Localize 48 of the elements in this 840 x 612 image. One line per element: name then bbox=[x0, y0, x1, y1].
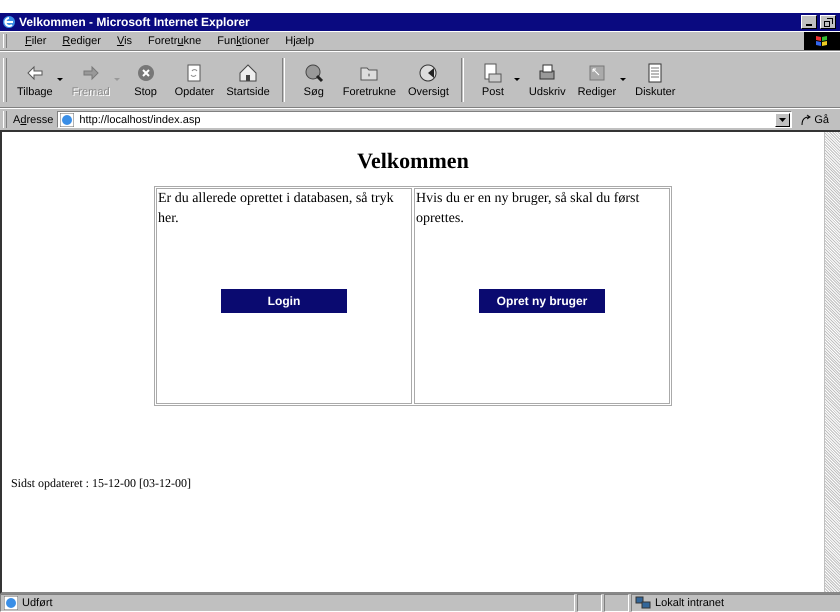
toolbar-button[interactable]: Tilbage bbox=[11, 62, 59, 98]
menu-item[interactable]: Filer bbox=[23, 35, 48, 47]
dropdown-arrow-icon[interactable] bbox=[620, 78, 626, 82]
windows-logo bbox=[804, 32, 840, 50]
zone-panel: Lokalt intranet bbox=[631, 594, 840, 612]
go-button[interactable]: Gå bbox=[798, 114, 832, 126]
toolbar-button[interactable]: Udskriv bbox=[522, 62, 572, 98]
toolbar-button[interactable]: Opdater bbox=[168, 62, 220, 98]
house-icon bbox=[237, 62, 260, 84]
page-icon bbox=[4, 596, 18, 610]
window-title: Velkommen - Microsoft Internet Explorer bbox=[19, 15, 250, 29]
menu-item[interactable]: Hjælp bbox=[283, 35, 316, 47]
action-button[interactable]: Opret ny bruger bbox=[479, 289, 605, 313]
menu-item[interactable]: Foretrukne bbox=[146, 35, 204, 47]
toolbar-button[interactable]: Diskuter bbox=[629, 62, 682, 98]
toolbar-button[interactable]: Stop bbox=[122, 62, 169, 98]
toolbar-button[interactable]: Startside bbox=[220, 62, 276, 98]
restore-icon bbox=[824, 18, 832, 26]
dropdown-arrow-icon[interactable] bbox=[514, 78, 520, 82]
action-button[interactable]: Login bbox=[221, 289, 347, 313]
dropdown-arrow-icon bbox=[779, 118, 786, 122]
address-field[interactable]: http://localhost/index.asp bbox=[57, 111, 792, 128]
address-label: Adresse bbox=[13, 114, 54, 126]
clock-icon bbox=[417, 62, 440, 84]
search-icon bbox=[302, 62, 325, 84]
menu-item[interactable]: Funktioner bbox=[215, 35, 272, 47]
dropdown-button[interactable] bbox=[775, 112, 790, 126]
toolbar-button[interactable]: Post bbox=[470, 62, 516, 98]
dropdown-arrow-icon[interactable] bbox=[56, 78, 63, 82]
restore-button[interactable] bbox=[820, 15, 836, 29]
cell-text: Hvis du er en ny bruger, så skal du først oprettes. bbox=[415, 190, 640, 228]
scrollbar[interactable] bbox=[824, 132, 840, 592]
toolbar-button[interactable]: Søg bbox=[290, 62, 337, 98]
menu-item[interactable]: Vis bbox=[114, 35, 134, 47]
page-heading: Velkommen bbox=[357, 148, 469, 174]
toolbar-button[interactable]: Oversigt bbox=[402, 62, 455, 98]
cell-text: Er du allerede oprettet i databasen, så tryk her. bbox=[157, 190, 395, 228]
toolbar-button[interactable]: Rediger bbox=[572, 62, 622, 98]
toolbar-button[interactable]: Foretrukne bbox=[336, 62, 402, 98]
go-arrow-icon bbox=[800, 114, 812, 126]
minimize-button[interactable] bbox=[801, 15, 817, 29]
browser-icon bbox=[2, 15, 16, 29]
last-updated-text: Sidst opdateret : 15-12-00 [03-12-00] bbox=[11, 476, 191, 491]
page-icon bbox=[60, 112, 74, 126]
menu-item[interactable]: Rediger bbox=[60, 35, 103, 47]
network-icon bbox=[635, 596, 651, 610]
status-panel: Udført bbox=[0, 594, 575, 612]
mail-icon bbox=[482, 62, 504, 84]
